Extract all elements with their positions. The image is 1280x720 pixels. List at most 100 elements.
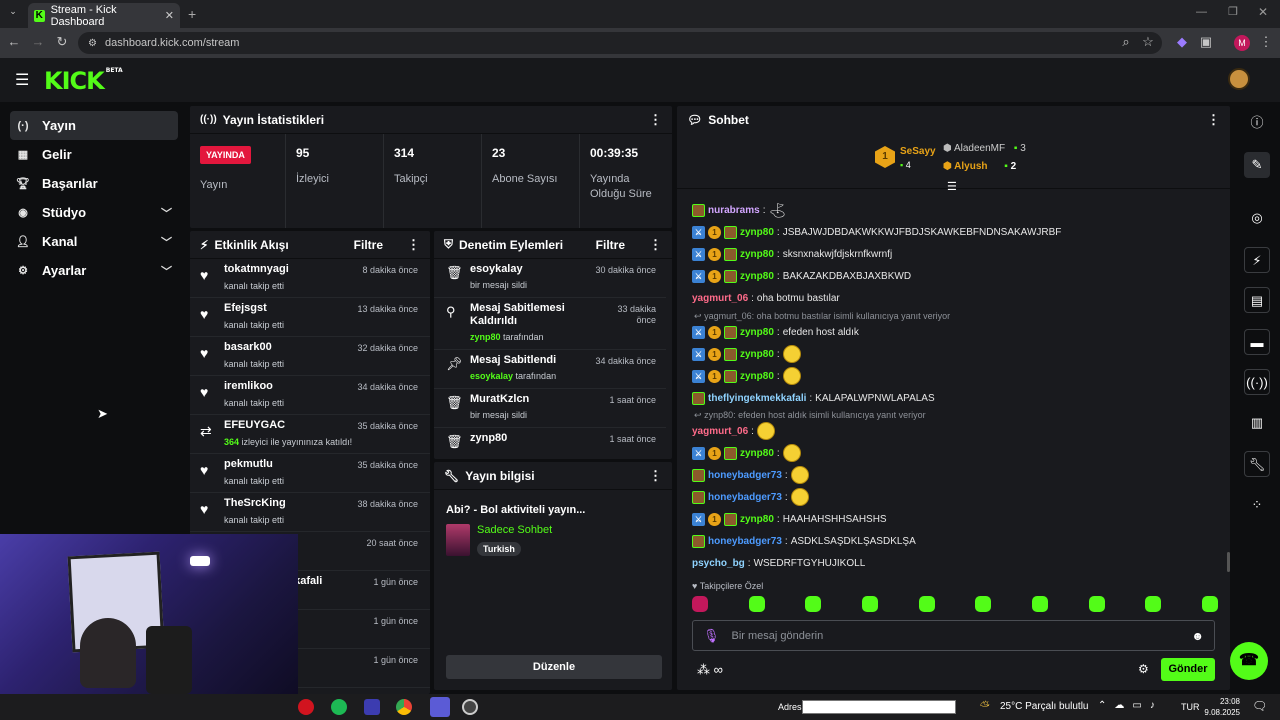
emote-icon[interactable] xyxy=(748,596,765,612)
weather-text[interactable]: 25°C Parçalı bulutlu xyxy=(1000,701,1089,712)
chat-username[interactable]: zynp80 xyxy=(740,249,774,260)
emote-icon[interactable] xyxy=(692,596,708,612)
leaderboard-entry[interactable]: ⬢ Alyush ▪ 2 xyxy=(943,161,1016,172)
extensions-puzzle-icon[interactable]: ▣ xyxy=(1196,34,1216,50)
chat-username[interactable]: zynp80 xyxy=(740,448,774,459)
chat-message[interactable]: yagmurt_06: oha botmu bastılar xyxy=(692,289,840,307)
new-tab-icon[interactable]: + xyxy=(188,6,196,22)
obs-icon[interactable] xyxy=(430,697,450,717)
chat-username[interactable]: honeybadger73 xyxy=(708,492,782,503)
sidebar-item-basarilar[interactable]: 🏆︎ Başarılar xyxy=(10,169,178,198)
clock[interactable]: 23:08 9.08.2025 xyxy=(1200,696,1240,718)
chat-username[interactable]: theflyingekmekkafali xyxy=(708,393,806,404)
chat-username[interactable]: zynp80 xyxy=(740,327,774,338)
app-icon[interactable] xyxy=(364,699,380,715)
category-thumbnail[interactable] xyxy=(446,524,470,556)
sidebar-item-ayarlar[interactable]: ⚙ Ayarlar ﹀ xyxy=(10,256,178,285)
user-avatar[interactable] xyxy=(1228,68,1250,90)
zoom-icon[interactable]: ⌕ xyxy=(1116,34,1136,50)
sidebar-item-gelir[interactable]: ▦ Gelir xyxy=(10,140,178,169)
chat-scrollbar[interactable] xyxy=(1227,552,1230,572)
chat-message[interactable]: psycho_bg: WSEDRFTGYHUJIKOLL xyxy=(692,554,865,572)
emote-icon[interactable] xyxy=(1145,596,1162,612)
more-options-icon[interactable]: ⋮ xyxy=(407,237,420,253)
moderation-filter-button[interactable]: Filtre xyxy=(596,238,625,252)
chrome-icon[interactable] xyxy=(396,699,412,715)
pencil-icon[interactable]: ✎ xyxy=(1244,152,1270,178)
broadcast-icon[interactable]: ((·)) xyxy=(1244,369,1270,395)
chat-message[interactable]: honeybadger73: xyxy=(692,488,809,506)
moderation-item[interactable]: 🗑︎ zynp80 1 saat önce xyxy=(434,428,666,459)
address-toolbar-input[interactable] xyxy=(802,700,956,714)
notification-icon[interactable]: 🗨︎ xyxy=(1252,699,1267,713)
moderation-item[interactable]: 📌︎ Mesaj Sabitlendi esoykalay tarafından 34… xyxy=(434,350,666,389)
emote-icon[interactable] xyxy=(805,596,822,612)
leaderboard-name[interactable]: SeSayy xyxy=(900,146,936,157)
moderation-item[interactable]: 🗑︎ MuratKzlcn bir mesajı sildi 1 saat önce xyxy=(434,389,666,428)
lightning-icon[interactable]: ⚡︎ xyxy=(1244,247,1270,273)
activity-item[interactable]: ♥ TheSrcKing kanalı takip etti 38 dakika ön… xyxy=(190,493,430,532)
chat-username[interactable]: yagmurt_06 xyxy=(692,426,748,437)
info-icon[interactable]: ⓘ xyxy=(1244,110,1270,136)
emote-icon[interactable] xyxy=(1088,596,1105,612)
chat-message[interactable]: honeybadger73: xyxy=(692,466,809,484)
hamburger-menu-icon[interactable]: ☰ xyxy=(15,70,29,90)
chat-username[interactable]: honeybadger73 xyxy=(708,470,782,481)
emote-icon[interactable] xyxy=(975,596,992,612)
chat-message[interactable]: ⚔ 1 zynp80: HAAHAHSHHSAHSHS xyxy=(692,510,887,528)
activity-item[interactable]: ⇄ EFEUYGAC 364 izleyici ile yayınınıza kat… xyxy=(190,415,430,454)
layout-icon[interactable]: ▥ xyxy=(1244,410,1270,436)
stream-category[interactable]: Sadece Sohbet xyxy=(477,524,552,536)
minimize-icon[interactable]: — xyxy=(1196,6,1207,18)
emote-icon[interactable] xyxy=(1201,596,1218,612)
emoji-picker-icon[interactable]: ☻ xyxy=(1191,629,1204,643)
chat-username[interactable]: psycho_bg xyxy=(692,558,745,569)
url-field[interactable]: ⚙ dashboard.kick.com/stream xyxy=(78,32,1162,54)
tab-list-icon[interactable]: ⌄ xyxy=(6,6,20,20)
chat-username[interactable]: zynp80 xyxy=(740,271,774,282)
forward-icon[interactable]: → xyxy=(28,34,48,49)
chat-username[interactable]: zynp80 xyxy=(740,349,774,360)
activity-item[interactable]: ♥ iremlikoo kanalı takip etti 34 dakika önc… xyxy=(190,376,430,415)
chat-username[interactable]: honeybadger73 xyxy=(708,536,782,547)
chat-input[interactable]: 🎙︎ Bir mesaj gönderin ☻ xyxy=(692,620,1215,651)
edit-button[interactable]: Düzenle xyxy=(446,655,662,679)
apps-icon[interactable]: ⁘ xyxy=(1244,492,1270,518)
chat-settings-icon[interactable]: ⚙ xyxy=(1138,662,1149,676)
chat-username[interactable]: nurabrams xyxy=(708,205,760,216)
language-indicator[interactable]: TUR xyxy=(1181,702,1200,712)
activity-item[interactable]: ♥ tokatmnyagi kanalı takip etti 8 dakika ön… xyxy=(190,259,430,298)
profile-avatar[interactable]: M xyxy=(1234,35,1250,51)
close-tab-icon[interactable]: ✕ xyxy=(165,9,174,22)
opera-icon[interactable] xyxy=(298,699,314,715)
reload-icon[interactable]: ↻ xyxy=(52,34,72,50)
tray-icons[interactable]: ⌃☁▭♪ xyxy=(1098,700,1163,711)
chat-message[interactable]: nurabrams: ⛳︎ xyxy=(692,201,786,219)
chat-message[interactable]: ⚔ 1 zynp80: xyxy=(692,367,801,385)
browser-tab[interactable]: K Stream - Kick Dashboard ✕ xyxy=(28,3,180,28)
site-info-icon[interactable]: ⚙ xyxy=(88,38,97,49)
chat-username[interactable]: yagmurt_06 xyxy=(692,293,748,304)
chat-message[interactable]: honeybadger73: ASDKLSAŞDKLŞASDKLŞA xyxy=(692,532,916,550)
kick-logo[interactable]: KICK BETA xyxy=(44,67,123,95)
wrench-icon[interactable]: 🔧︎ xyxy=(1244,451,1270,477)
app-icon[interactable] xyxy=(462,699,478,715)
back-icon[interactable]: ← xyxy=(4,34,24,49)
chat-username[interactable]: zynp80 xyxy=(740,514,774,525)
emote-icon[interactable] xyxy=(918,596,935,612)
more-options-icon[interactable]: ⋮ xyxy=(649,112,662,128)
leaderboard-entry[interactable]: ⬢ AladeenMF ▪ 3 xyxy=(943,143,1026,154)
camera-icon[interactable]: ◎ xyxy=(1244,205,1270,231)
chat-message[interactable]: yagmurt_06: xyxy=(692,422,775,440)
chat-message[interactable]: ⚔ 1 zynp80: xyxy=(692,444,801,462)
sidebar-item-yayin[interactable]: (·) Yayın xyxy=(10,111,178,140)
support-chat-icon[interactable]: ☎ xyxy=(1230,642,1268,680)
reply-context[interactable]: ↩ yagmurt_06: oha botmu bastılar isimli … xyxy=(694,311,950,322)
kicks-icon[interactable]: ⁂ ∞ xyxy=(697,662,723,678)
more-options-icon[interactable]: ⋮ xyxy=(649,468,662,484)
browser-menu-icon[interactable]: ⋮ xyxy=(1256,34,1276,50)
leaderboard-collapse-icon[interactable]: ☰ xyxy=(947,180,957,193)
close-window-icon[interactable]: ✕ xyxy=(1258,5,1268,19)
sidebar-item-kanal[interactable]: 👤︎ Kanal ﹀ xyxy=(10,227,178,256)
document-icon[interactable]: ▤ xyxy=(1244,287,1270,313)
